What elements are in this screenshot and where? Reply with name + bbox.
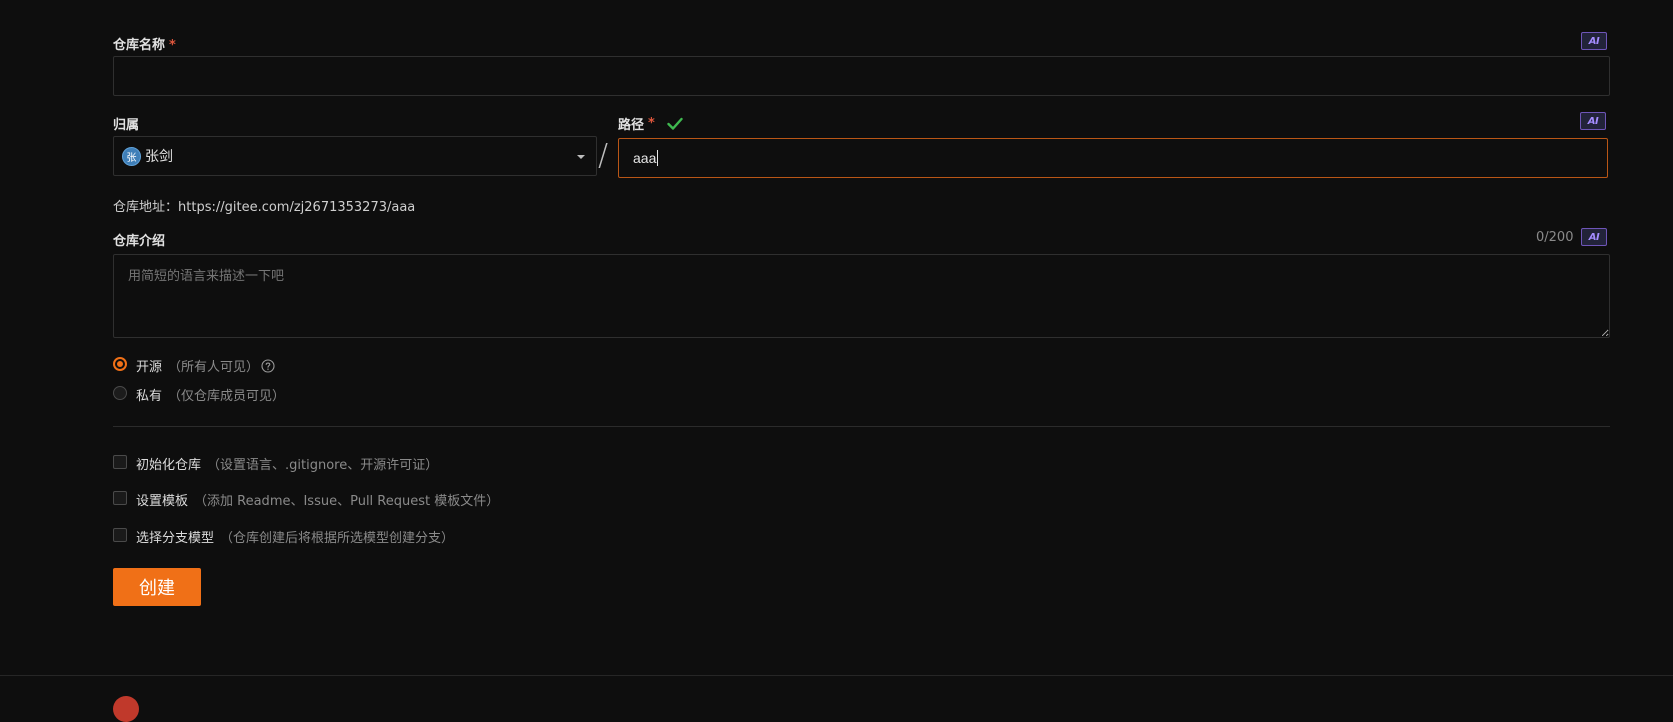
- repo-address: 仓库地址：https://gitee.com/zj2671353273/aaa: [113, 196, 415, 215]
- public-label-text: 开源: [136, 360, 163, 375]
- repo-address-url: https://gitee.com/zj2671353273/aaa: [178, 200, 416, 215]
- owner-select[interactable]: 张 张剑: [113, 136, 597, 176]
- ai-badge-label: AI: [1587, 115, 1599, 127]
- radio-private[interactable]: [113, 386, 127, 400]
- ai-generate-name-button[interactable]: AI: [1581, 32, 1607, 50]
- path-separator: /: [598, 138, 609, 173]
- check-icon: [667, 117, 683, 130]
- path-input[interactable]: aaa: [618, 138, 1608, 178]
- ai-generate-path-button[interactable]: AI: [1580, 112, 1606, 130]
- private-label-text: 私有: [136, 389, 163, 404]
- path-input-value: aaa: [633, 150, 657, 166]
- ai-badge-label: AI: [1588, 35, 1600, 47]
- radio-public[interactable]: [113, 357, 127, 371]
- create-button[interactable]: 创建: [113, 568, 201, 606]
- path-label-text: 路径: [618, 118, 645, 133]
- footer-divider: [0, 675, 1673, 676]
- description-textarea[interactable]: [113, 254, 1610, 338]
- checkbox-branch-model[interactable]: [113, 528, 127, 542]
- avatar: 张: [122, 146, 141, 166]
- repo-name-label: 仓库名称 *: [113, 34, 176, 53]
- avatar-char: 张: [126, 152, 137, 164]
- radio-public-label[interactable]: 开源 （所有人可见）: [136, 356, 275, 375]
- public-hint: （所有人可见）: [168, 360, 260, 375]
- path-label: 路径 *: [618, 114, 683, 133]
- set-template-label-text: 设置模板: [136, 494, 189, 509]
- description-label: 仓库介绍: [113, 234, 166, 249]
- init-repo-hint: （设置语言、.gitignore、开源许可证）: [207, 458, 439, 473]
- ai-badge-label: AI: [1588, 231, 1600, 243]
- init-repo-label-text: 初始化仓库: [136, 458, 202, 473]
- repo-name-label-text: 仓库名称: [113, 38, 166, 53]
- checkbox-branch-model-label[interactable]: 选择分支模型 （仓库创建后将根据所选模型创建分支）: [136, 527, 454, 546]
- set-template-hint: （添加 Readme、Issue、Pull Request 模板文件）: [194, 494, 500, 509]
- checkbox-init-repo[interactable]: [113, 455, 127, 469]
- radio-private-label[interactable]: 私有 （仅仓库成员可见）: [136, 385, 285, 404]
- question-circle-icon[interactable]: [261, 358, 275, 373]
- branch-model-hint: （仓库创建后将根据所选模型创建分支）: [220, 531, 455, 546]
- checkbox-set-template-label[interactable]: 设置模板 （添加 Readme、Issue、Pull Request 模板文件）: [136, 490, 499, 509]
- branch-model-label-text: 选择分支模型: [136, 531, 215, 546]
- required-mark: *: [648, 116, 655, 131]
- text-caret: [657, 150, 659, 166]
- repo-address-prefix: 仓库地址：: [113, 200, 179, 215]
- description-counter: 0/200: [1536, 230, 1574, 245]
- chevron-down-icon: [577, 155, 585, 159]
- checkbox-set-template[interactable]: [113, 491, 127, 505]
- owner-label: 归属: [113, 118, 140, 133]
- owner-name: 张剑: [145, 148, 173, 164]
- private-hint: （仅仓库成员可见）: [168, 389, 286, 404]
- divider: [113, 426, 1610, 427]
- ai-generate-description-button[interactable]: AI: [1581, 228, 1607, 246]
- checkbox-init-repo-label[interactable]: 初始化仓库 （设置语言、.gitignore、开源许可证）: [136, 454, 438, 473]
- repo-name-input[interactable]: [113, 56, 1610, 96]
- required-mark: *: [169, 38, 176, 53]
